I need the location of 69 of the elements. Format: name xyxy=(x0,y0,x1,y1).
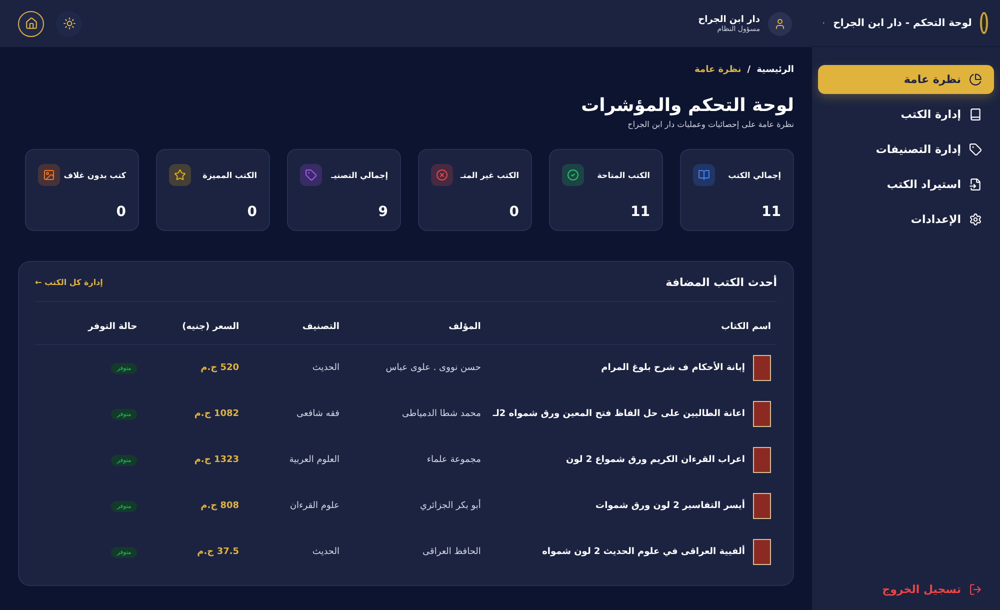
nav-item[interactable]: نظرة عامة xyxy=(818,65,994,94)
pie-chart-icon xyxy=(969,73,982,86)
column-header: السعر (جنيه) xyxy=(143,310,246,344)
column-header: اسم الكتاب xyxy=(486,310,777,344)
category-text: علوم القرءان xyxy=(290,501,340,511)
breadcrumb-link[interactable]: الرئيسية xyxy=(756,65,794,75)
price-text: 808 ج.م xyxy=(200,501,240,511)
author-text: محمد شطا الدمياطى xyxy=(402,409,481,419)
nav-item[interactable]: استيراد الكتب xyxy=(818,170,994,199)
tag-icon xyxy=(969,143,982,156)
nav-item[interactable]: الإعدادات xyxy=(818,205,994,234)
nav-item[interactable]: إدارة التصنيفات xyxy=(818,135,994,164)
stat-value: 0 xyxy=(115,204,126,220)
column-header: المؤلف xyxy=(345,310,487,344)
breadcrumb-current: نظرة عامة xyxy=(694,65,742,75)
book-cover-placeholder xyxy=(753,493,771,519)
stat-label: كتب بدون غلاف xyxy=(64,170,126,180)
stat-label: الكتب المميزة xyxy=(202,170,257,180)
category-text: الحديث xyxy=(312,363,340,373)
stat-label: إجمالي التصنيـ xyxy=(331,170,388,180)
page-subtitle: نظرة عامة على إحصائيات وعمليات دار ابن الجراح xyxy=(626,120,794,129)
page-title: لوحة التحكم والمؤشرات xyxy=(580,95,794,116)
book-title: اعراب القرءان الكريم ورق شمواع 2 لون xyxy=(566,455,745,465)
book-cover-placeholder xyxy=(753,355,771,381)
manage-books-link[interactable]: إدارة كل الكتب ← xyxy=(35,278,103,287)
stat-value: 11 xyxy=(760,204,781,220)
nav-item[interactable]: إدارة الكتب xyxy=(818,100,994,129)
category-text: العلوم العربية xyxy=(289,455,340,465)
column-header: حالة التوفر xyxy=(35,310,144,344)
logout-link[interactable]: تسجيل الخروج xyxy=(812,583,1000,610)
author-text: أبو بكر الجزائري xyxy=(420,501,481,511)
theme-toggle-button[interactable] xyxy=(56,10,82,36)
book-icon xyxy=(969,108,982,121)
settings-icon xyxy=(969,213,982,226)
stat-value: 11 xyxy=(630,204,650,220)
book-title: اعانة الطالبين على حل الفاظ فتح المعين ورق شمواه 2لـ xyxy=(492,409,745,419)
book-title: إبانة الأحكام ف شرح بلوغ المرام xyxy=(601,363,745,373)
stat-value: 0 xyxy=(508,204,519,220)
stat-value: 0 xyxy=(246,204,257,220)
logout-icon xyxy=(969,583,982,596)
home-button[interactable] xyxy=(18,10,44,36)
author-text: الحافظ العراقى xyxy=(422,547,481,557)
price-text: 1323 ج.م xyxy=(194,455,240,465)
user-name: دار ابن الجراح xyxy=(698,14,760,24)
logo-icon xyxy=(980,12,988,34)
stat-label: إجمالي الكتب xyxy=(728,170,781,180)
user-avatar[interactable] xyxy=(768,12,792,36)
price-text: 1082 ج.م xyxy=(194,409,240,419)
sidebar-title: لوحة التحكم - دار ابن الجراح xyxy=(833,18,972,28)
book-cover-placeholder xyxy=(753,539,771,565)
sun-icon xyxy=(62,17,76,30)
price-text: 520 ج.م xyxy=(200,363,240,373)
book-title: ألفيية العراقى في علوم الحديث 2 لون شمواه xyxy=(542,547,745,557)
book-cover-placeholder xyxy=(753,447,771,473)
book-title: أيسر التفاسير 2 لون ورق شموات xyxy=(596,501,745,511)
home-icon xyxy=(24,17,38,30)
author-text: مجموعة علماء xyxy=(426,455,481,465)
stat-label: الكتب المتاحة xyxy=(597,170,650,180)
stat-label: الكتب غير المتـ xyxy=(460,170,519,180)
stat-value: 9 xyxy=(377,204,388,220)
author-text: حسن نووى . علوى عباس xyxy=(386,363,481,373)
panel-title: أحدث الكتب المضافة xyxy=(666,276,777,289)
category-text: الحديث xyxy=(312,547,340,557)
column-header: التصنيف xyxy=(245,310,346,344)
book-cover-placeholder xyxy=(753,401,771,427)
price-text: 37.5 ج.م xyxy=(197,547,240,557)
file-import-icon xyxy=(969,178,982,191)
category-text: فقه شافعى xyxy=(296,409,340,419)
breadcrumb-separator: / xyxy=(747,65,751,75)
